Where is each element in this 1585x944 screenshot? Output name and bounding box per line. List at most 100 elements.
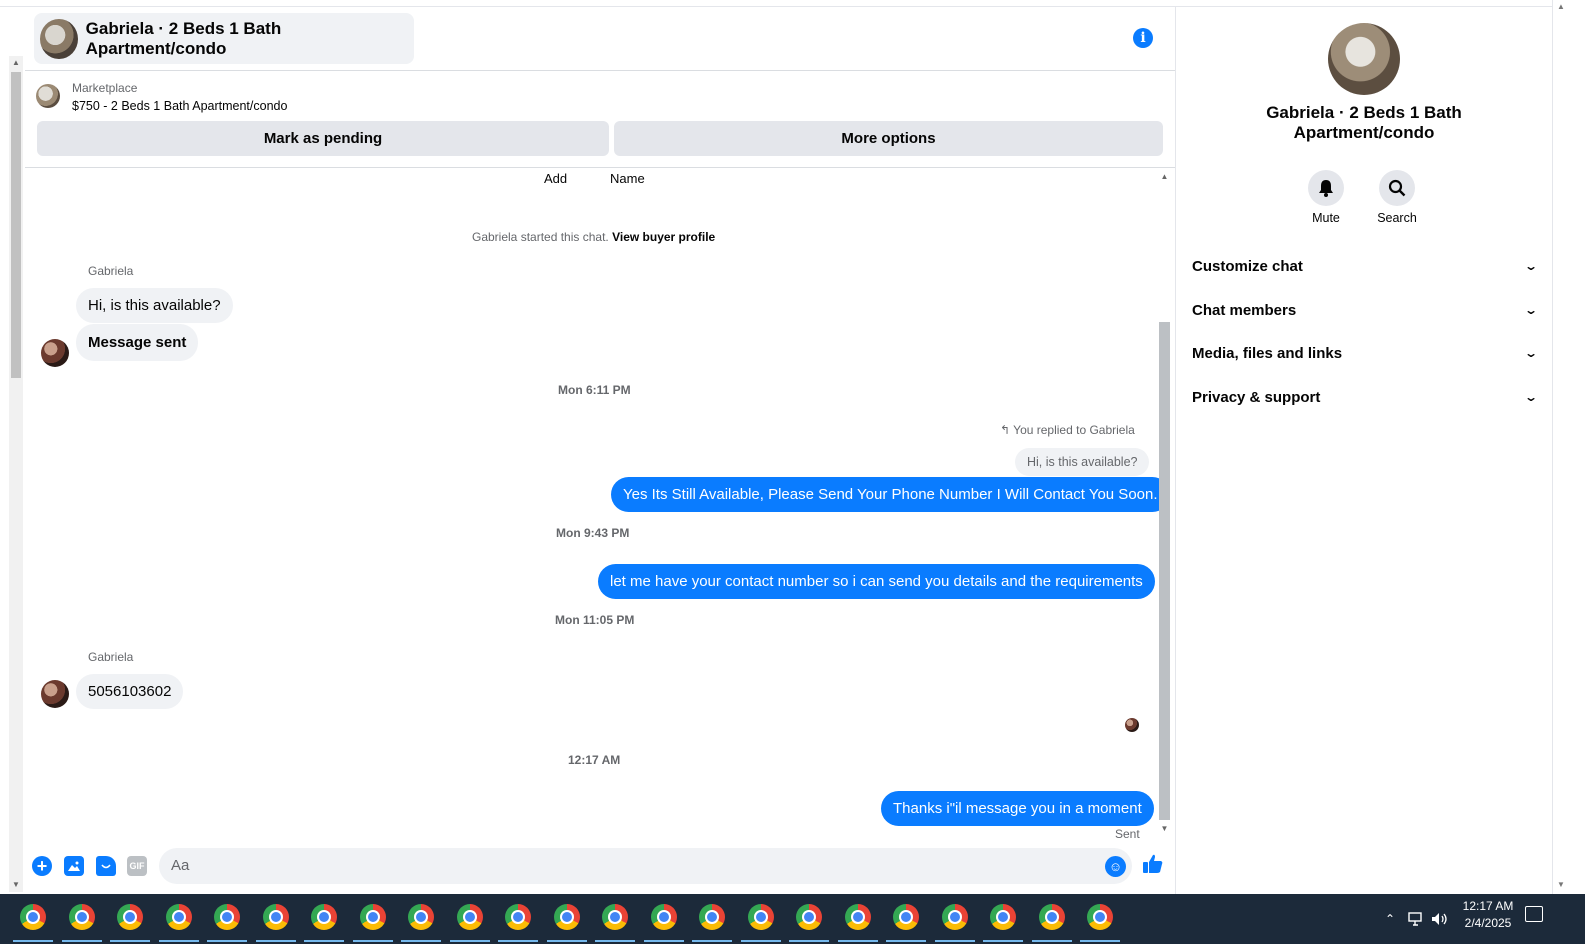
taskbar-active-indicator: [643, 940, 684, 942]
taskbar-active-indicator: [352, 940, 393, 942]
view-buyer-profile-link[interactable]: View buyer profile: [612, 230, 715, 244]
chat-info-panel: Gabriela · 2 Beds 1 Bath Apartment/condo…: [1176, 7, 1552, 894]
chrome-taskbar-icon[interactable]: [1087, 904, 1113, 930]
mute-label: Mute: [1312, 211, 1340, 225]
sender-name: Gabriela: [88, 264, 134, 278]
marketplace-listing-bar: Marketplace $750 - 2 Beds 1 Bath Apartme…: [25, 72, 1175, 168]
scroll-down-arrow-icon[interactable]: ▼: [1556, 880, 1566, 889]
chrome-taskbar-icon[interactable]: [456, 904, 483, 930]
message-bubble-out[interactable]: Yes Its Still Available, Please Send You…: [611, 477, 1170, 512]
chrome-taskbar-icon[interactable]: [699, 904, 725, 930]
window-scrollbar[interactable]: ▲ ▼: [1552, 0, 1568, 894]
mute-action[interactable]: Mute: [1296, 170, 1356, 225]
photo-icon[interactable]: [64, 856, 84, 876]
system-clock[interactable]: 12:17 AM 2/4/2025: [1453, 898, 1523, 932]
sticker-icon[interactable]: [96, 856, 116, 876]
name-label[interactable]: Name: [610, 171, 645, 186]
gif-icon[interactable]: GIF: [127, 856, 147, 876]
listing-large-avatar[interactable]: [1328, 23, 1400, 95]
chrome-taskbar-icon[interactable]: [844, 904, 871, 930]
customize-chat-row[interactable]: Customize chat ⌄: [1192, 246, 1539, 286]
notification-icon[interactable]: [1525, 906, 1543, 922]
chevron-down-icon: ⌄: [1523, 259, 1539, 273]
thumbs-up-icon[interactable]: [1142, 853, 1166, 877]
chrome-taskbar-icon[interactable]: [1038, 904, 1065, 930]
emoji-icon[interactable]: ☺: [1105, 856, 1126, 877]
privacy-support-row[interactable]: Privacy & support ⌄: [1192, 377, 1539, 417]
page-scrollbar[interactable]: ▲ ▼: [9, 56, 23, 892]
add-label[interactable]: Add: [544, 171, 567, 186]
chrome-taskbar-icon[interactable]: [117, 904, 143, 930]
listing-thumbnail[interactable]: [36, 84, 60, 108]
message-bubble-in[interactable]: Hi, is this available?: [76, 288, 233, 323]
taskbar-active-indicator: [1080, 940, 1120, 942]
chrome-taskbar-icon[interactable]: [941, 904, 968, 930]
volume-icon[interactable]: [1431, 894, 1449, 944]
gabriela-avatar[interactable]: [41, 339, 69, 367]
chevron-down-icon: ⌄: [1523, 390, 1539, 404]
chat-members-row[interactable]: Chat members ⌄: [1192, 290, 1538, 330]
scroll-down-arrow-icon[interactable]: ▼: [1159, 824, 1170, 833]
chrome-taskbar-icon[interactable]: [553, 904, 580, 930]
chrome-taskbar-icon[interactable]: [408, 904, 434, 930]
reply-quote[interactable]: Hi, is this available?: [1015, 448, 1150, 476]
marketplace-label: Marketplace: [72, 81, 138, 95]
listing-avatar: [40, 18, 78, 59]
message-bubble-out[interactable]: Thanks i"il message you in a moment: [881, 791, 1154, 826]
more-options-button[interactable]: More options: [614, 121, 1163, 156]
chrome-taskbar-icon[interactable]: [796, 904, 822, 930]
timestamp: Mon 9:43 PM: [556, 526, 630, 540]
mark-as-pending-button[interactable]: Mark as pending: [37, 121, 609, 156]
messenger-window: ▲ ▼ Gabriela · 2 Beds 1 Bath Apartment/c…: [0, 0, 1585, 944]
plus-icon[interactable]: +: [32, 856, 52, 876]
taskbar-active-indicator: [110, 940, 150, 942]
taskbar-active-indicator: [449, 940, 490, 942]
reply-note: ↰ You replied to Gabriela: [1000, 423, 1135, 437]
bell-icon[interactable]: [1308, 170, 1344, 206]
chrome-taskbar-icon[interactable]: [359, 904, 386, 930]
scrollbar-thumb[interactable]: [1159, 322, 1170, 820]
message-bubble-in[interactable]: 5056103602: [76, 674, 184, 709]
scroll-up-arrow-icon[interactable]: ▲: [1556, 2, 1566, 11]
chrome-taskbar-icon[interactable]: [990, 904, 1016, 930]
scroll-up-arrow-icon[interactable]: ▲: [1159, 172, 1170, 181]
tray-chevron-icon[interactable]: ⌃: [1385, 894, 1395, 944]
gabriela-avatar[interactable]: [41, 680, 69, 708]
chrome-taskbar-icon[interactable]: [311, 904, 337, 930]
chrome-taskbar-icon[interactable]: [505, 904, 531, 930]
read-receipt-avatar: [1125, 718, 1139, 732]
chrome-taskbar-icon[interactable]: [214, 904, 240, 930]
taskbar-active-indicator: [207, 940, 247, 942]
scroll-up-arrow-icon[interactable]: ▲: [11, 58, 21, 68]
info-icon[interactable]: i: [1133, 28, 1153, 48]
message-list: Add Name Gabriela started this chat. Vie…: [25, 169, 1175, 845]
message-status: Sent: [1115, 827, 1140, 841]
conversation-title-button[interactable]: Gabriela · 2 Beds 1 Bath Apartment/condo: [34, 13, 414, 64]
search-action[interactable]: Search: [1367, 170, 1427, 225]
chrome-taskbar-icon[interactable]: [20, 904, 46, 930]
chrome-taskbar-icon[interactable]: [893, 904, 919, 930]
chrome-taskbar-icon[interactable]: [68, 904, 95, 930]
message-scrollbar[interactable]: ▲ ▼: [1157, 172, 1172, 838]
chat-started-text: Gabriela started this chat.: [472, 230, 609, 244]
message-input[interactable]: Aa ☺: [159, 848, 1132, 884]
search-icon[interactable]: [1379, 170, 1415, 206]
taskbar-active-indicator: [595, 940, 635, 942]
row-label: Customize chat: [1192, 257, 1303, 275]
taskbar-active-indicator: [304, 940, 344, 942]
scroll-down-arrow-icon[interactable]: ▼: [11, 880, 21, 890]
chrome-taskbar-icon[interactable]: [747, 904, 774, 930]
chrome-taskbar-icon[interactable]: [602, 904, 628, 930]
message-bubble-in[interactable]: Message sent: [76, 324, 199, 361]
chrome-taskbar-icon[interactable]: [165, 904, 192, 930]
chrome-taskbar-icon[interactable]: [262, 904, 289, 930]
chat-started-note: Gabriela started this chat. View buyer p…: [472, 230, 715, 244]
listing-price-title[interactable]: $750 - 2 Beds 1 Bath Apartment/condo: [72, 99, 287, 113]
network-icon[interactable]: [1408, 894, 1426, 944]
timestamp: Mon 6:11 PM: [558, 383, 631, 397]
chrome-taskbar-icon[interactable]: [650, 904, 677, 930]
taskbar: ⌃ 12:17 AM 2/4/2025: [0, 894, 1585, 944]
message-bubble-out[interactable]: let me have your contact number so i can…: [598, 564, 1155, 599]
scrollbar-thumb[interactable]: [11, 72, 21, 378]
media-files-links-row[interactable]: Media, files and links ⌄: [1192, 333, 1538, 373]
